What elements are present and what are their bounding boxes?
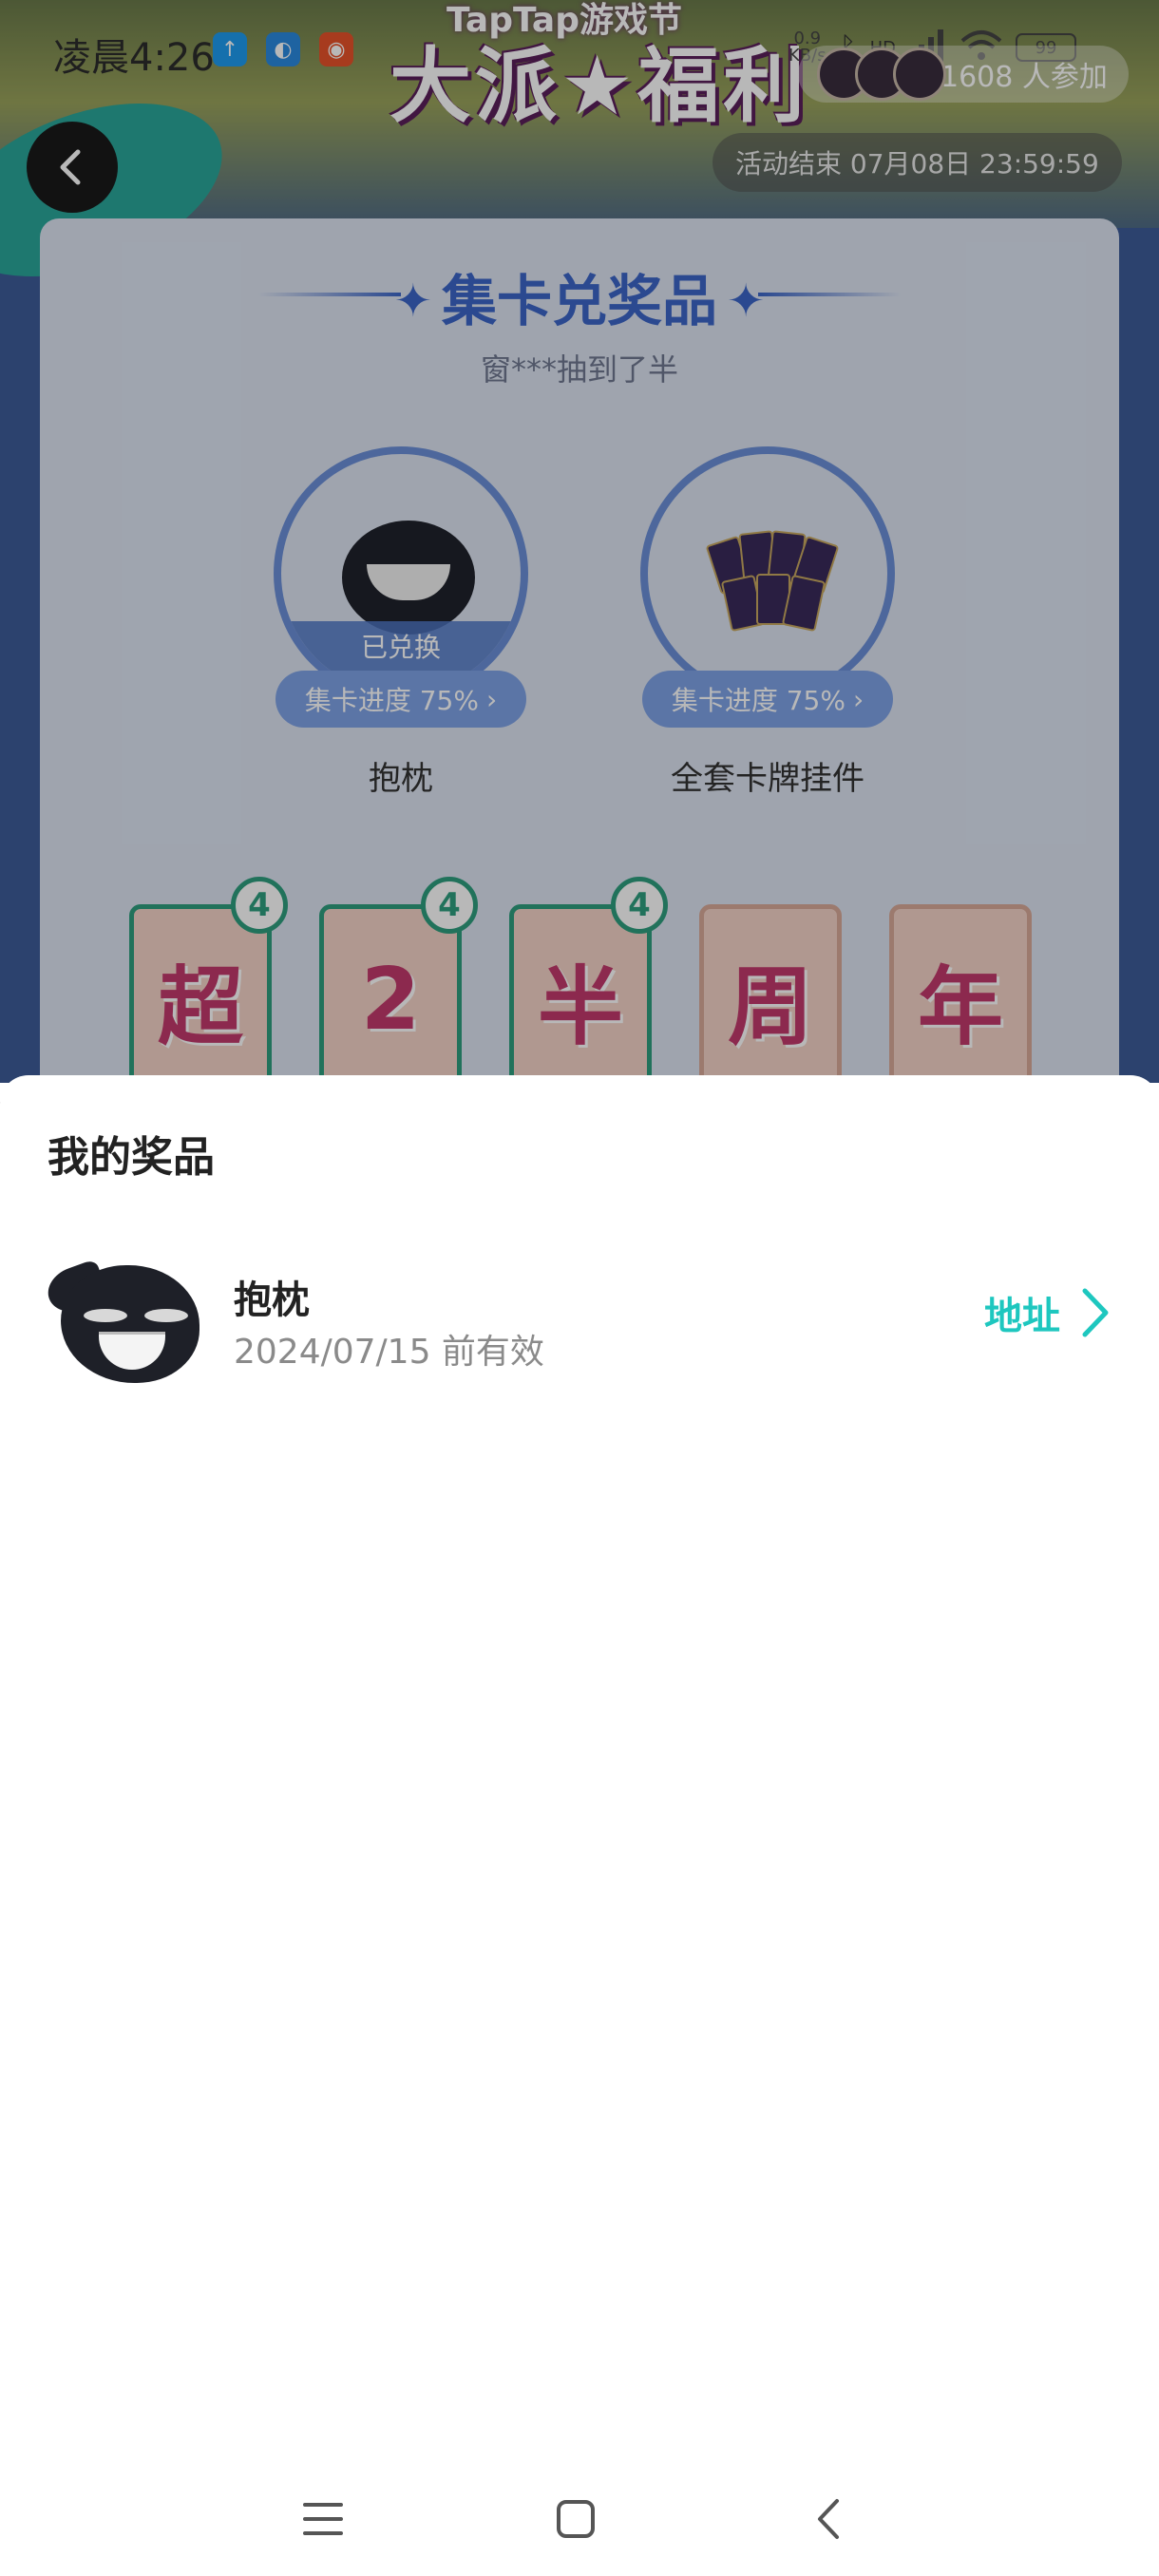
home-button[interactable] [547, 2491, 604, 2548]
prize-item-name: 抱枕 [234, 1279, 310, 1322]
back-chevron-icon [818, 2499, 839, 2539]
pillow-eye [144, 1309, 188, 1322]
address-button[interactable]: 地址 [984, 1284, 1112, 1341]
sheet-title: 我的奖品 [48, 1133, 215, 1182]
system-navigation-bar [0, 2470, 1159, 2576]
system-back-button[interactable] [802, 2491, 859, 2548]
my-prizes-sheet: 我的奖品 抱枕 2024/07/15 前有效 地址 [0, 1075, 1159, 2576]
prize-thumbnail [41, 1256, 203, 1385]
list-item: 抱枕 2024/07/15 前有效 地址 [41, 1256, 1112, 1398]
modal-backdrop[interactable] [0, 0, 1159, 1083]
pillow-eye [84, 1309, 127, 1322]
address-label: 地址 [984, 1295, 1060, 1338]
recent-apps-button[interactable] [294, 2491, 352, 2548]
prize-validity: 2024/07/15 前有效 [234, 1333, 544, 1372]
home-square-icon [557, 2500, 595, 2538]
menu-icon [303, 2503, 343, 2535]
chevron-right-icon [1082, 1288, 1109, 1337]
